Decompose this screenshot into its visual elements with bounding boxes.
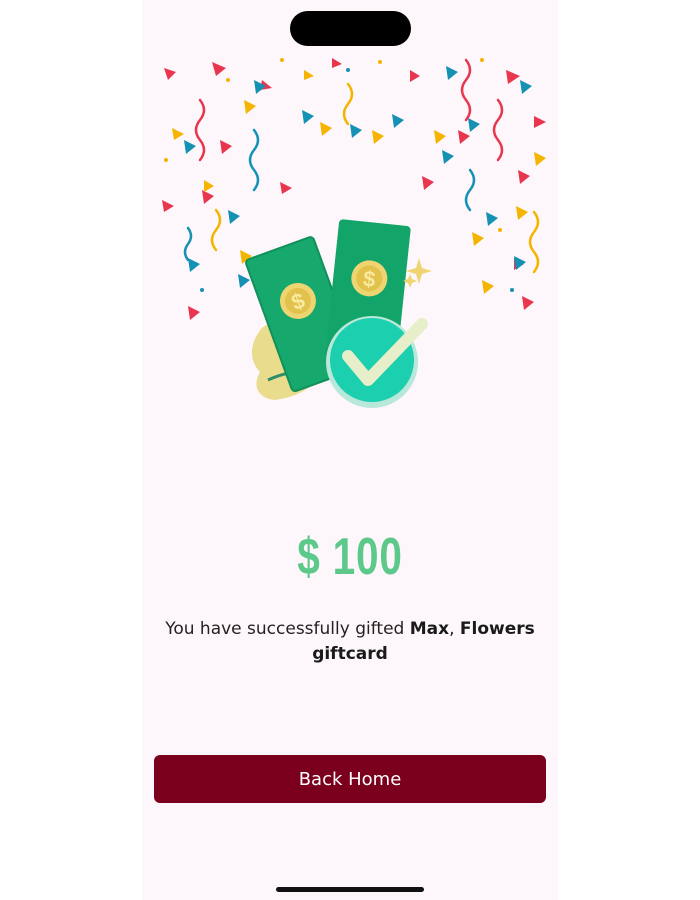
message-separator: ,	[449, 619, 460, 639]
gift-amount: $ 100	[297, 528, 403, 586]
recipient-name: Max	[409, 619, 450, 639]
checkmark-icon	[326, 316, 428, 408]
success-screen: $ $ $ 100 You have successfully gifted M…	[142, 0, 558, 900]
message-prefix: You have successfully gifted	[165, 619, 410, 639]
success-message: You have successfully gifted Max, Flower…	[164, 617, 536, 667]
home-indicator	[276, 887, 424, 892]
back-home-button[interactable]: Back Home	[154, 755, 546, 803]
success-illustration: $ $	[245, 219, 432, 408]
svg-text:$: $	[362, 266, 377, 292]
